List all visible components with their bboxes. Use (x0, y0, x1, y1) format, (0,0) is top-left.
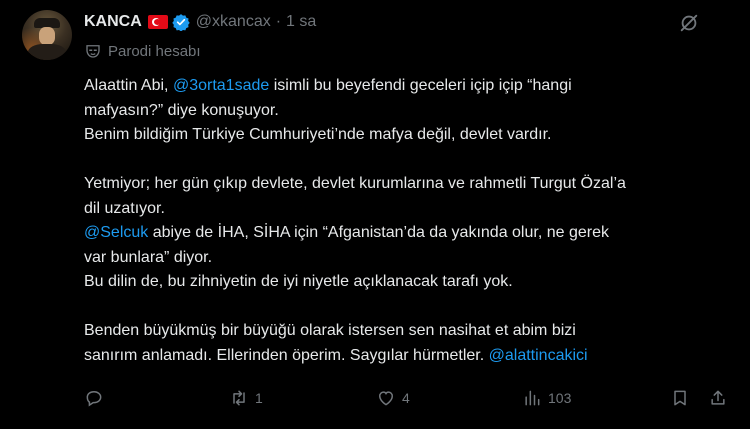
like-count: 4 (402, 390, 410, 406)
mention-link[interactable]: @alattincakici (489, 347, 588, 364)
parody-label-text: Parodi hesabı (108, 42, 201, 60)
tweet-line: Bu dilin de, bu zihniyetin de iyi niyetl… (84, 270, 724, 295)
avatar[interactable] (22, 10, 72, 60)
tweet-line: Benden büyükmüş bir büyüğü olarak isters… (84, 319, 724, 344)
tweet-text-segment: var bunlara” diyor. (84, 248, 213, 266)
grok-slash-icon[interactable] (678, 12, 700, 34)
reply-button[interactable] (84, 388, 104, 408)
tweet-line: Benim bildiğim Türkiye Cumhuriyeti’nde m… (84, 123, 724, 148)
tweet-line: sanırım anlamadı. Ellerinden öperim. Say… (84, 344, 724, 369)
tweet-text-segment: Alaattin Abi, (84, 77, 173, 94)
tweet-line: Yetmiyor; her gün çıkıp devlete, devlet … (84, 172, 724, 197)
tweet-line: @Selcuk abiye de İHA, SİHA için “Afganis… (84, 221, 724, 246)
share-button[interactable] (708, 388, 728, 408)
like-icon (378, 391, 394, 406)
timestamp[interactable]: 1 sa (286, 13, 316, 31)
like-button[interactable]: 4 (376, 388, 410, 408)
display-name[interactable]: KANCA (84, 13, 142, 31)
tweet-text-segment: Benden büyükmüş bir büyüğü olarak isters… (84, 322, 576, 339)
tweet-text-segment: abiye de İHA, SİHA için “Afganistan’da d… (148, 224, 609, 241)
bookmark-button[interactable] (670, 388, 690, 408)
tweet-text-segment: Benim bildiğim Türkiye Cumhuriyeti’nde m… (84, 126, 552, 143)
tweet-line: mafyasın?” diye konuşuyor. (84, 99, 724, 124)
repost-button[interactable]: 1 (229, 388, 263, 408)
tweet-line: Alaattin Abi, @3orta1sade isimli bu beye… (84, 74, 724, 99)
tweet-text-segment: Bu dilin de, bu zihniyetin de iyi niyetl… (84, 273, 513, 290)
mention-link[interactable]: @Selcuk (84, 224, 148, 241)
separator-dot: · (275, 13, 282, 30)
repost-icon (233, 390, 245, 406)
flag-tr-icon (147, 15, 168, 29)
handle[interactable]: @xkancax (196, 13, 271, 31)
mention-link[interactable]: @3orta1sade (173, 77, 269, 94)
mask-icon (86, 45, 100, 58)
views-button[interactable]: 103 (522, 388, 571, 408)
bookmark-icon (674, 390, 686, 406)
action-bar: 1 4 103 (84, 388, 725, 414)
tweet-text-segment: dil uzatıyor. (84, 199, 165, 217)
tweet-line: var bunlara” diyor. (84, 246, 724, 271)
tweet-header: KANCA @xkancax · 1 sa (84, 11, 316, 33)
repost-count: 1 (255, 390, 263, 406)
views-icon (525, 390, 540, 406)
tweet-text-segment: mafyasın?” diye konuşuyor. (84, 101, 279, 119)
tweet-text-segment: Yetmiyor; her gün çıkıp devlete, devlet … (84, 175, 626, 192)
parody-label: Parodi hesabı (84, 42, 201, 60)
views-count: 103 (548, 390, 572, 406)
tweet-text-segment: sanırım anlamadı. Ellerinden öperim. Say… (84, 346, 489, 364)
verified-icon (172, 14, 190, 31)
share-icon (711, 390, 725, 405)
tweet-line: dil uzatıyor. (84, 197, 724, 222)
reply-icon (86, 390, 102, 407)
tweet-text-segment: isimli bu beyefendi geceleri içip içip “… (269, 77, 572, 94)
tweet-text: Alaattin Abi, @3orta1sade isimli bu beye… (84, 74, 724, 368)
